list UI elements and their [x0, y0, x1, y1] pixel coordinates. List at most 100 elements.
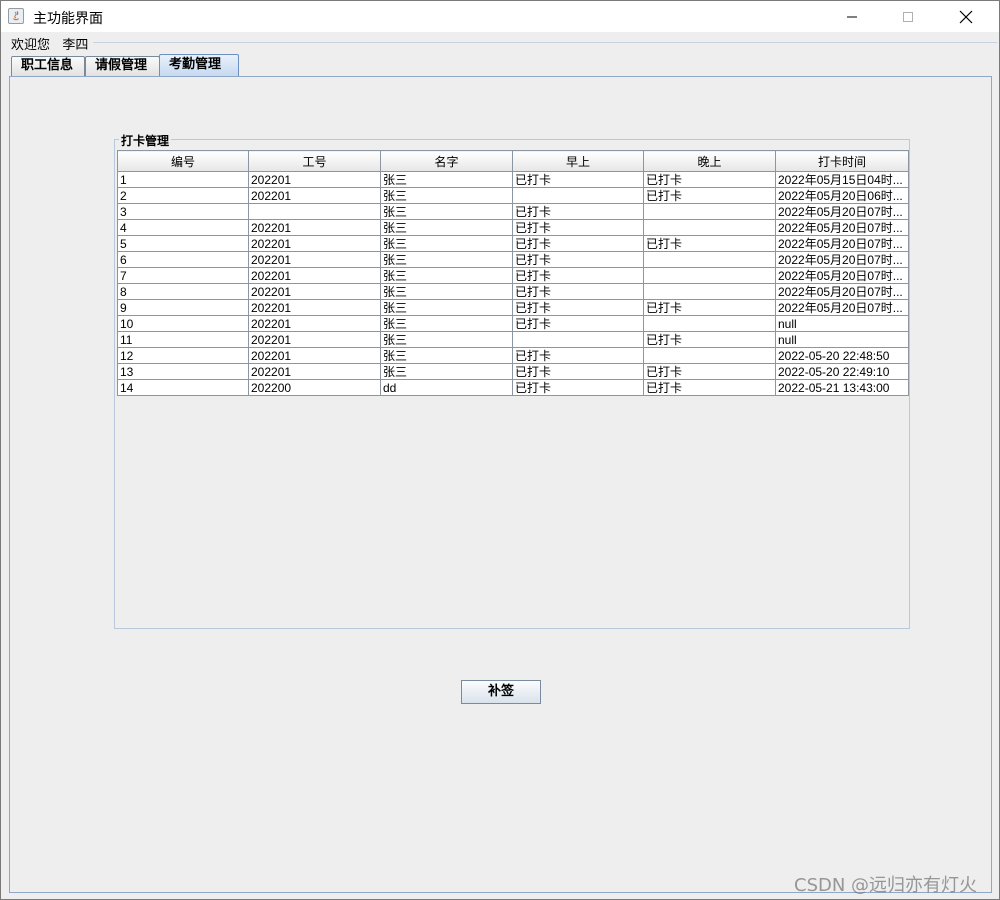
cell-name[interactable]: 张三: [380, 283, 513, 300]
cell-morning[interactable]: 已打卡: [512, 251, 644, 268]
column-header-punch-time[interactable]: 打卡时间: [775, 150, 909, 172]
cell-employee-no[interactable]: 202200: [248, 379, 381, 396]
column-header-name[interactable]: 名字: [380, 150, 513, 172]
cell-evening[interactable]: [643, 347, 776, 364]
cell-morning[interactable]: 已打卡: [512, 299, 644, 316]
cell-employee-no[interactable]: 202201: [248, 283, 381, 300]
cell-evening[interactable]: [643, 203, 776, 220]
cell-evening[interactable]: 已打卡: [643, 299, 776, 316]
cell-name[interactable]: 张三: [380, 347, 513, 364]
cell-name[interactable]: 张三: [380, 219, 513, 236]
cell-punch-time[interactable]: 2022年05月20日07时...: [775, 235, 909, 252]
cell-morning[interactable]: 已打卡: [512, 283, 644, 300]
cell-morning[interactable]: 已打卡: [512, 267, 644, 284]
cell-punch-time[interactable]: 2022年05月20日07时...: [775, 283, 909, 300]
table-row[interactable]: 11 202201 张三 已打卡 null: [117, 331, 909, 348]
column-header-id[interactable]: 编号: [117, 150, 249, 172]
cell-name[interactable]: 张三: [380, 267, 513, 284]
table-row[interactable]: 1 202201 张三 已打卡 已打卡 2022年05月15日04时...: [117, 171, 909, 188]
resign-button[interactable]: 补签: [461, 680, 541, 704]
cell-punch-time[interactable]: 2022年05月20日07时...: [775, 219, 909, 236]
close-button[interactable]: [943, 1, 989, 32]
cell-name[interactable]: 张三: [380, 187, 513, 204]
column-header-employee-no[interactable]: 工号: [248, 150, 381, 172]
cell-employee-no[interactable]: 202201: [248, 315, 381, 332]
tab-employee-info[interactable]: 职工信息: [11, 56, 85, 76]
cell-employee-no[interactable]: 202201: [248, 219, 381, 236]
tab-leave-management[interactable]: 请假管理: [85, 56, 160, 76]
table-row[interactable]: 7 202201 张三 已打卡 2022年05月20日07时...: [117, 267, 909, 284]
cell-evening[interactable]: [643, 251, 776, 268]
cell-punch-time[interactable]: null: [775, 331, 909, 348]
cell-morning[interactable]: 已打卡: [512, 203, 644, 220]
cell-employee-no[interactable]: 202201: [248, 251, 381, 268]
cell-id[interactable]: 13: [117, 363, 249, 380]
table-row[interactable]: 14 202200 dd 已打卡 已打卡 2022-05-21 13:43:00: [117, 379, 909, 396]
cell-evening[interactable]: [643, 267, 776, 284]
cell-punch-time[interactable]: 2022年05月15日04时...: [775, 171, 909, 188]
cell-evening[interactable]: 已打卡: [643, 187, 776, 204]
table-row[interactable]: 2 202201 张三 已打卡 2022年05月20日06时...: [117, 187, 909, 204]
cell-morning[interactable]: 已打卡: [512, 219, 644, 236]
cell-name[interactable]: 张三: [380, 171, 513, 188]
cell-employee-no[interactable]: 202201: [248, 299, 381, 316]
cell-id[interactable]: 4: [117, 219, 249, 236]
minimize-button[interactable]: [829, 1, 875, 32]
cell-morning[interactable]: 已打卡: [512, 347, 644, 364]
table-row[interactable]: 9 202201 张三 已打卡 已打卡 2022年05月20日07时...: [117, 299, 909, 316]
cell-id[interactable]: 14: [117, 379, 249, 396]
cell-punch-time[interactable]: 2022年05月20日07时...: [775, 299, 909, 316]
table-row[interactable]: 13 202201 张三 已打卡 已打卡 2022-05-20 22:49:10: [117, 363, 909, 380]
cell-id[interactable]: 1: [117, 171, 249, 188]
table-row[interactable]: 8 202201 张三 已打卡 2022年05月20日07时...: [117, 283, 909, 300]
cell-id[interactable]: 9: [117, 299, 249, 316]
cell-evening[interactable]: 已打卡: [643, 331, 776, 348]
cell-morning[interactable]: 已打卡: [512, 235, 644, 252]
maximize-button[interactable]: [885, 1, 931, 32]
cell-name[interactable]: 张三: [380, 235, 513, 252]
cell-name[interactable]: 张三: [380, 315, 513, 332]
table-row[interactable]: 5 202201 张三 已打卡 已打卡 2022年05月20日07时...: [117, 235, 909, 252]
cell-id[interactable]: 12: [117, 347, 249, 364]
cell-employee-no[interactable]: 202201: [248, 235, 381, 252]
cell-id[interactable]: 3: [117, 203, 249, 220]
cell-employee-no[interactable]: [248, 203, 381, 220]
cell-evening[interactable]: [643, 315, 776, 332]
java-app-icon[interactable]: [8, 8, 24, 24]
cell-id[interactable]: 7: [117, 267, 249, 284]
cell-name[interactable]: 张三: [380, 251, 513, 268]
cell-employee-no[interactable]: 202201: [248, 187, 381, 204]
cell-morning[interactable]: 已打卡: [512, 363, 644, 380]
cell-employee-no[interactable]: 202201: [248, 347, 381, 364]
cell-id[interactable]: 2: [117, 187, 249, 204]
attendance-table[interactable]: 编号 工号 名字 早上 晚上 打卡时间 1 202201 张三 已打卡 已打卡 2022年…: [117, 150, 909, 396]
cell-id[interactable]: 5: [117, 235, 249, 252]
cell-id[interactable]: 10: [117, 315, 249, 332]
cell-morning[interactable]: [512, 187, 644, 204]
cell-employee-no[interactable]: 202201: [248, 363, 381, 380]
table-row[interactable]: 6 202201 张三 已打卡 2022年05月20日07时...: [117, 251, 909, 268]
tab-attendance-management[interactable]: 考勤管理: [159, 54, 239, 76]
table-row[interactable]: 10 202201 张三 已打卡 null: [117, 315, 909, 332]
cell-evening[interactable]: 已打卡: [643, 171, 776, 188]
cell-punch-time[interactable]: 2022年05月20日06时...: [775, 187, 909, 204]
cell-id[interactable]: 8: [117, 283, 249, 300]
cell-id[interactable]: 11: [117, 331, 249, 348]
cell-punch-time[interactable]: 2022-05-20 22:48:50: [775, 347, 909, 364]
cell-employee-no[interactable]: 202201: [248, 331, 381, 348]
cell-evening[interactable]: [643, 219, 776, 236]
table-row[interactable]: 4 202201 张三 已打卡 2022年05月20日07时...: [117, 219, 909, 236]
cell-morning[interactable]: 已打卡: [512, 171, 644, 188]
cell-name[interactable]: 张三: [380, 331, 513, 348]
cell-punch-time[interactable]: 2022-05-21 13:43:00: [775, 379, 909, 396]
cell-punch-time[interactable]: 2022年05月20日07时...: [775, 203, 909, 220]
cell-name[interactable]: dd: [380, 379, 513, 396]
cell-employee-no[interactable]: 202201: [248, 171, 381, 188]
cell-evening[interactable]: 已打卡: [643, 363, 776, 380]
cell-employee-no[interactable]: 202201: [248, 267, 381, 284]
cell-evening[interactable]: 已打卡: [643, 379, 776, 396]
cell-name[interactable]: 张三: [380, 363, 513, 380]
table-row[interactable]: 3 张三 已打卡 2022年05月20日07时...: [117, 203, 909, 220]
cell-punch-time[interactable]: 2022年05月20日07时...: [775, 267, 909, 284]
cell-punch-time[interactable]: 2022年05月20日07时...: [775, 251, 909, 268]
